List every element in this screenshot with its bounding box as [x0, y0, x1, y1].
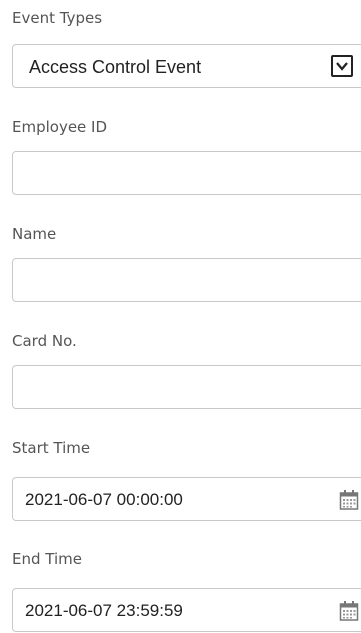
end-time-label: End Time — [12, 550, 82, 568]
event-types-dropdown-button[interactable] — [331, 55, 353, 77]
card-no-label: Card No. — [12, 332, 77, 350]
start-time-input[interactable]: 2021-06-07 00:00:00 — [12, 477, 361, 521]
event-types-selected-value: Access Control Event — [29, 57, 202, 77]
event-types-label: Event Types — [12, 9, 103, 27]
card-no-input[interactable] — [12, 365, 361, 409]
employee-id-input[interactable] — [12, 151, 361, 195]
name-label: Name — [12, 225, 57, 243]
end-time-value: 2021-06-07 23:59:59 — [25, 601, 183, 620]
event-types-select[interactable]: Access Control Event — [12, 44, 361, 88]
start-time-value: 2021-06-07 00:00:00 — [25, 490, 183, 509]
calendar-icon[interactable] — [339, 489, 359, 511]
employee-id-label: Employee ID — [12, 118, 108, 136]
start-time-label: Start Time — [12, 439, 91, 457]
end-time-input[interactable]: 2021-06-07 23:59:59 — [12, 588, 361, 632]
name-input[interactable] — [12, 258, 361, 302]
chevron-down-icon — [336, 62, 348, 71]
calendar-icon[interactable] — [339, 600, 359, 622]
event-search-form: Event Types Access Control Event Employe… — [0, 0, 361, 632]
